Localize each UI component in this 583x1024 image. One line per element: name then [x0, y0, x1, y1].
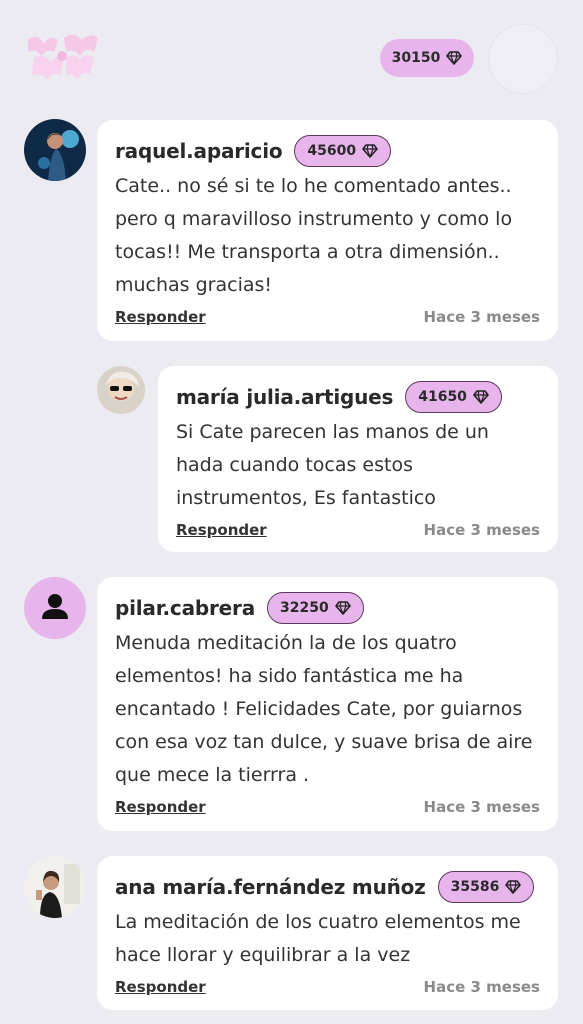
timestamp: Hace 3 meses	[423, 308, 540, 326]
score-value: 35586	[450, 879, 500, 895]
balance-pill[interactable]: 30150	[380, 39, 474, 77]
username[interactable]: raquel.aparicio	[115, 139, 283, 163]
avatar[interactable]	[24, 119, 86, 181]
username[interactable]: ana maría.fernández muñoz	[115, 875, 426, 899]
comment-text: La meditación de los cuatro elementos me…	[115, 911, 521, 966]
balance-value: 30150	[391, 50, 441, 66]
avatar[interactable]	[24, 577, 86, 639]
score-value: 41650	[418, 389, 467, 405]
diamond-icon	[505, 880, 521, 894]
score-value: 32250	[280, 600, 329, 616]
score-badge: 35586	[437, 871, 535, 903]
comment-card: maría julia.artigues 41650 Si Cate parec…	[158, 366, 558, 552]
comment-text: Menuda meditación la de los quatro eleme…	[115, 632, 533, 786]
reply-button[interactable]: Responder	[115, 978, 206, 996]
diamond-icon	[335, 601, 351, 615]
diamond-icon	[446, 51, 462, 65]
timestamp: Hace 3 meses	[423, 521, 540, 539]
timestamp: Hace 3 meses	[423, 798, 540, 816]
diamond-icon	[473, 390, 489, 404]
avatar[interactable]	[24, 856, 86, 918]
comment-card: pilar.cabrera 32250 Menuda meditación la…	[97, 577, 558, 831]
app-logo[interactable]	[24, 30, 100, 86]
avatar[interactable]	[97, 366, 145, 414]
diamond-icon	[362, 144, 378, 158]
comment-card: ana maría.fernández muñoz 35586 La medit…	[97, 856, 558, 1010]
reply-button[interactable]: Responder	[176, 521, 267, 539]
comment-card: raquel.aparicio 45600 Cate.. no sé si te…	[97, 120, 558, 341]
user-silhouette-icon	[42, 594, 68, 619]
comment-text: Si Cate parecen las manos de un hada cua…	[176, 421, 489, 509]
reply-button[interactable]: Responder	[115, 798, 206, 816]
timestamp: Hace 3 meses	[423, 978, 540, 996]
score-badge: 45600	[294, 135, 392, 167]
profile-button[interactable]	[488, 24, 558, 94]
score-badge: 32250	[267, 592, 364, 624]
comment-text: Cate.. no sé si te lo he comentado antes…	[115, 175, 513, 296]
score-badge: 41650	[405, 381, 502, 413]
top-bar: 30150	[0, 0, 583, 110]
reply-button[interactable]: Responder	[115, 308, 206, 326]
score-value: 45600	[307, 143, 357, 159]
username[interactable]: pilar.cabrera	[115, 596, 255, 620]
username[interactable]: maría julia.artigues	[176, 385, 393, 409]
